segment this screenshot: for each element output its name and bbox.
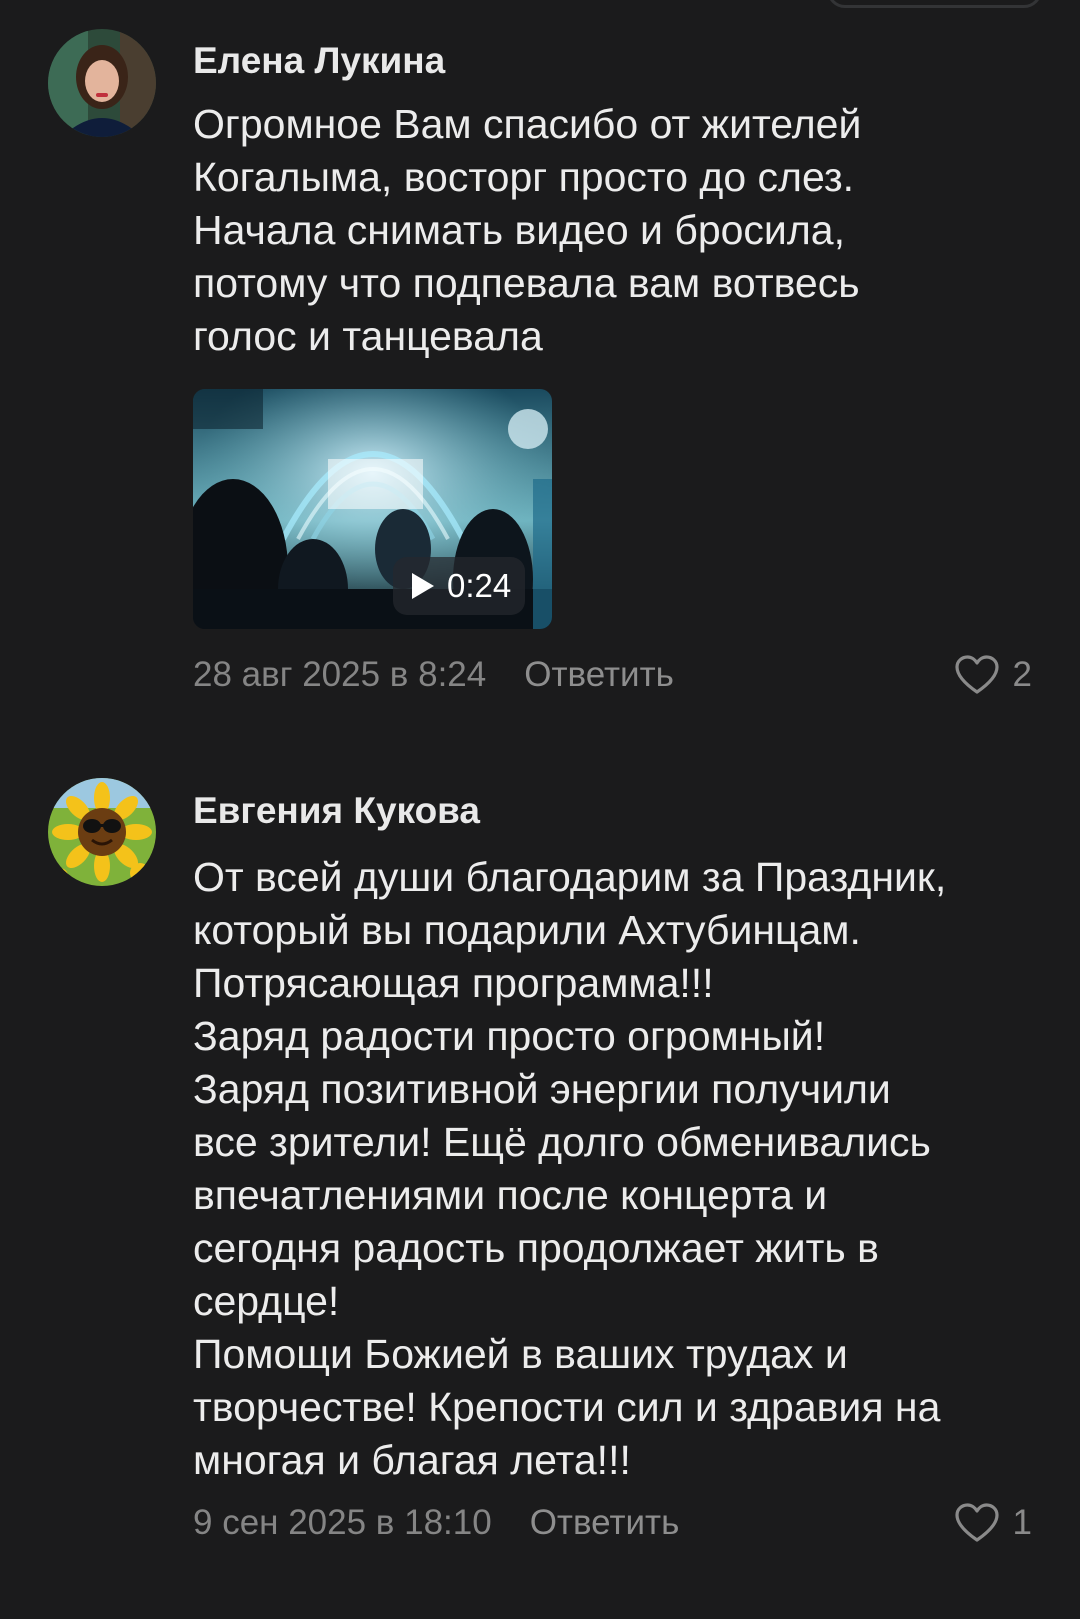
heart-icon[interactable]	[954, 655, 999, 695]
comment-author[interactable]: Елена Лукина	[193, 40, 445, 82]
avatar-image	[48, 29, 156, 137]
top-control-pill[interactable]	[827, 0, 1042, 8]
avatar[interactable]	[48, 778, 156, 886]
play-icon[interactable]	[407, 571, 437, 601]
video-attachment[interactable]: 0:24	[193, 389, 552, 629]
avatar[interactable]	[48, 29, 156, 137]
avatar-image	[48, 778, 156, 886]
video-duration: 0:24	[447, 567, 512, 604]
like-count: 2	[1012, 655, 1032, 694]
reply-button[interactable]: Ответить	[530, 1503, 680, 1543]
comment-meta: 9 сен 2025 в 18:10 Ответить	[193, 1503, 679, 1543]
comment-author[interactable]: Евгения Кукова	[193, 790, 480, 832]
comment-meta: 28 авг 2025 в 8:24 Ответить	[193, 655, 674, 695]
comment-text: От всей души благодарим за Праздник, кот…	[193, 854, 947, 1483]
like-count: 1	[1012, 1503, 1032, 1542]
comment-date: 9 сен 2025 в 18:10	[193, 1503, 492, 1542]
comment-text: Огромное Вам спасибо от жителей Когалыма…	[193, 101, 862, 359]
like-control[interactable]: 1	[954, 1503, 1032, 1543]
video-duration-badge: 0:24	[393, 557, 525, 615]
reply-button[interactable]: Ответить	[524, 655, 674, 695]
comment-date: 28 авг 2025 в 8:24	[193, 655, 487, 694]
like-control[interactable]: 2	[954, 655, 1032, 695]
heart-icon[interactable]	[954, 1503, 999, 1543]
